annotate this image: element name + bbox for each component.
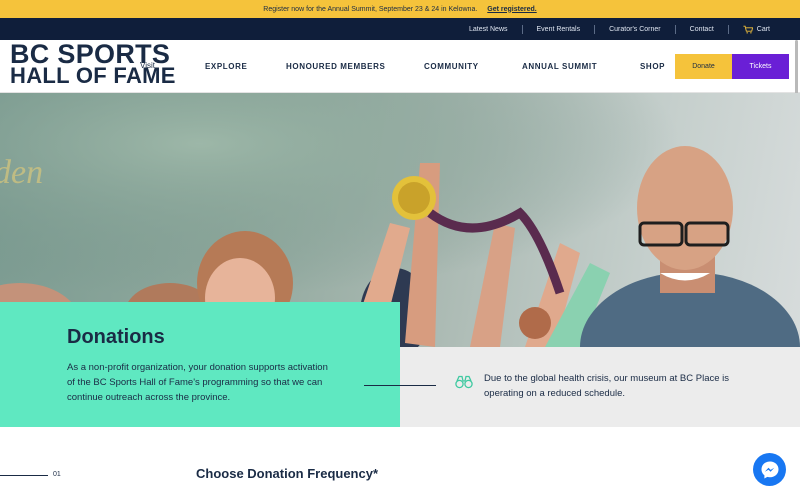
announcement-bar: Register now for the Annual Summit, Sept… — [0, 0, 800, 18]
cart-label: Cart — [756, 25, 770, 33]
announcement-text: Register now for the Annual Summit, Sept… — [263, 5, 478, 13]
nav-community[interactable]: COMMUNITY — [424, 62, 479, 71]
utility-nav: Latest News Event Rentals Curator's Corn… — [0, 18, 800, 40]
logo-line-1: BC SPORTS — [10, 39, 171, 69]
step-rule — [0, 475, 48, 476]
get-registered-link[interactable]: Get registered. — [487, 6, 536, 13]
donation-frequency-heading: Choose Donation Frequency* — [196, 466, 379, 481]
utility-link-curators-corner[interactable]: Curator's Corner — [595, 24, 676, 34]
nav-honoured-members[interactable]: HONOURED MEMBERS — [286, 62, 385, 71]
notice-divider — [364, 385, 436, 386]
nav-annual-summit[interactable]: ANNUAL SUMMIT — [522, 62, 597, 71]
main-header: BC SPORTS HALL OF FAME Visit EXPLORE HON… — [0, 40, 800, 93]
health-notice: Due to the global health crisis, our mus… — [364, 347, 800, 427]
tickets-button[interactable]: Tickets — [732, 54, 789, 79]
cart-link[interactable]: Cart — [729, 25, 784, 34]
svg-text:den: den — [0, 154, 43, 191]
utility-link-latest-news[interactable]: Latest News — [455, 24, 523, 34]
nav-explore[interactable]: EXPLORE — [205, 62, 247, 71]
nav-visit[interactable]: Visit — [140, 61, 155, 70]
scrollbar-thumb[interactable] — [795, 40, 798, 96]
donate-button[interactable]: Donate — [675, 54, 732, 79]
step-number: 01 — [53, 471, 61, 478]
messenger-icon — [761, 461, 778, 478]
site-logo[interactable]: BC SPORTS HALL OF FAME — [10, 39, 190, 88]
logo-line-2: HALL OF FAME — [10, 63, 176, 88]
donations-description: As a non-profit organization, your donat… — [67, 362, 328, 403]
cart-icon — [743, 25, 753, 33]
donations-title: Donations — [67, 326, 165, 348]
messenger-chat-button[interactable] — [753, 453, 786, 486]
notice-text: Due to the global health crisis, our mus… — [484, 373, 730, 399]
utility-link-contact[interactable]: Contact — [676, 24, 729, 34]
utility-link-event-rentals[interactable]: Event Rentals — [523, 24, 596, 34]
nav-shop[interactable]: SHOP — [640, 62, 665, 71]
binoculars-icon — [455, 375, 473, 389]
donations-panel: Donations As a non-profit organization, … — [0, 302, 400, 427]
